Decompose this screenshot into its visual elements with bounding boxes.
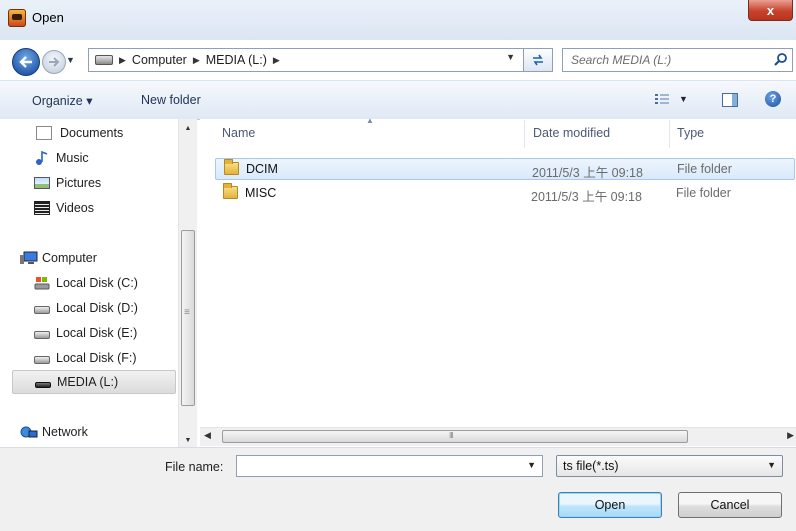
back-button[interactable]: [12, 48, 40, 76]
nav-item-label: MEDIA (L:): [57, 375, 119, 389]
details-view-icon: [655, 94, 669, 104]
file-name-combobox[interactable]: ▼: [236, 455, 543, 477]
address-dropdown-icon[interactable]: ▼: [506, 52, 515, 62]
nav-item-label: Local Disk (C:): [56, 276, 138, 290]
drive-icon: [95, 55, 113, 65]
nav-scrollbar-thumb[interactable]: [181, 230, 195, 406]
folder-icon: [224, 159, 239, 175]
nav-item-videos[interactable]: Videos: [34, 198, 94, 218]
refresh-button[interactable]: [524, 48, 553, 72]
nav-item-label: Computer: [42, 251, 97, 265]
removable-drive-icon: [35, 381, 51, 388]
close-button[interactable]: x: [748, 0, 793, 21]
cancel-button[interactable]: Cancel: [678, 492, 782, 518]
file-name: DCIM: [246, 162, 278, 176]
window-title: Open: [32, 10, 64, 25]
organize-button[interactable]: Organize ▾: [32, 93, 92, 108]
search-box[interactable]: [562, 48, 793, 72]
document-icon: [36, 126, 52, 140]
file-type: File folder: [676, 186, 731, 200]
disk-drive-icon: [34, 330, 50, 339]
file-name-input[interactable]: [241, 458, 515, 476]
column-header-type[interactable]: Type: [677, 126, 704, 140]
title-bar: [0, 0, 796, 40]
file-type-filter-value: ts file(*.ts): [563, 459, 619, 473]
column-header-date[interactable]: Date modified: [533, 126, 610, 140]
breadcrumb-computer[interactable]: Computer: [132, 53, 187, 67]
column-divider[interactable]: [669, 120, 670, 148]
help-button[interactable]: ?: [765, 91, 781, 107]
new-folder-button[interactable]: New folder: [141, 93, 201, 107]
scroll-up-icon[interactable]: ▲: [179, 119, 197, 137]
network-icon: [20, 425, 38, 439]
nav-item-label: Local Disk (F:): [56, 351, 137, 365]
disk-drive-icon: [34, 305, 50, 314]
chevron-down-icon: ▼: [679, 94, 688, 104]
refresh-icon: [533, 54, 543, 66]
navigation-pane: Documents Music Pictures Videos Computer…: [0, 119, 180, 449]
nav-item-local-disk-d[interactable]: Local Disk (D:): [34, 298, 138, 318]
computer-icon: [20, 251, 38, 265]
system-drive-icon: [34, 276, 50, 290]
file-name: MISC: [245, 186, 277, 200]
open-button[interactable]: Open: [558, 492, 662, 518]
app-icon: [8, 9, 26, 27]
nav-item-label: Network: [42, 425, 88, 439]
preview-pane-button[interactable]: [722, 93, 738, 107]
nav-item-label: Music: [56, 151, 89, 165]
nav-item-network[interactable]: Network: [20, 422, 88, 442]
nav-item-computer[interactable]: Computer: [20, 248, 97, 268]
horizontal-scrollbar[interactable]: ◀ ▶: [200, 427, 796, 446]
file-type: File folder: [677, 162, 732, 176]
address-bar[interactable]: ▶ Computer ▶ MEDIA (L:) ▶ ▼: [88, 48, 524, 72]
back-arrow-icon: [19, 56, 32, 68]
nav-item-local-disk-e[interactable]: Local Disk (E:): [34, 323, 137, 343]
file-date: 2011/5/3 上午 09:18: [531, 190, 642, 204]
breadcrumb-separator-icon[interactable]: ▶: [119, 55, 126, 66]
nav-item-label: Documents: [60, 126, 124, 140]
file-date: 2011/5/3 上午 09:18: [532, 166, 643, 180]
search-icon[interactable]: [774, 52, 788, 66]
file-row[interactable]: MISC 2011/5/3 上午 09:18 File folder: [215, 183, 795, 205]
nav-item-local-disk-f[interactable]: Local Disk (F:): [34, 348, 137, 368]
chevron-down-icon[interactable]: ▼: [527, 460, 536, 470]
nav-item-pictures[interactable]: Pictures: [34, 173, 101, 193]
nav-item-label: Local Disk (E:): [56, 326, 138, 340]
nav-item-documents[interactable]: Documents: [34, 123, 123, 143]
videos-icon: [34, 201, 50, 215]
nav-item-music[interactable]: Music: [34, 148, 89, 168]
pictures-icon: [34, 177, 50, 189]
recent-locations-dropdown[interactable]: ▼: [66, 55, 75, 65]
folder-icon: [223, 183, 238, 199]
forward-button[interactable]: [42, 50, 66, 74]
nav-item-label: Local Disk (D:): [56, 301, 138, 315]
music-icon: [34, 150, 50, 165]
column-header-name[interactable]: Name: [222, 126, 255, 140]
scroll-left-icon[interactable]: ◀: [204, 430, 211, 441]
sort-ascending-icon: ▲: [366, 116, 374, 125]
nav-item-label: Videos: [56, 201, 94, 215]
nav-scrollbar[interactable]: ▲ ▼: [178, 119, 197, 449]
chevron-down-icon[interactable]: ▼: [767, 460, 776, 470]
nav-item-local-disk-c[interactable]: Local Disk (C:): [34, 273, 138, 293]
breadcrumb-separator-icon[interactable]: ▶: [193, 55, 200, 66]
nav-item-label: Pictures: [56, 176, 102, 190]
scroll-right-icon[interactable]: ▶: [787, 430, 794, 441]
horizontal-scrollbar-thumb[interactable]: [222, 430, 688, 443]
column-divider[interactable]: [524, 120, 525, 148]
disk-drive-icon: [34, 355, 50, 364]
search-input[interactable]: [569, 51, 763, 69]
file-name-label: File name:: [165, 460, 224, 474]
breadcrumb-separator-icon[interactable]: ▶: [273, 55, 280, 66]
change-view-button[interactable]: ▼: [655, 93, 688, 105]
forward-arrow-icon: [49, 57, 60, 67]
nav-item-media-l[interactable]: MEDIA (L:): [12, 370, 176, 394]
file-row[interactable]: DCIM 2011/5/3 上午 09:18 File folder: [215, 158, 795, 180]
file-type-filter[interactable]: ts file(*.ts) ▼: [556, 455, 783, 477]
breadcrumb-media[interactable]: MEDIA (L:): [206, 53, 267, 67]
